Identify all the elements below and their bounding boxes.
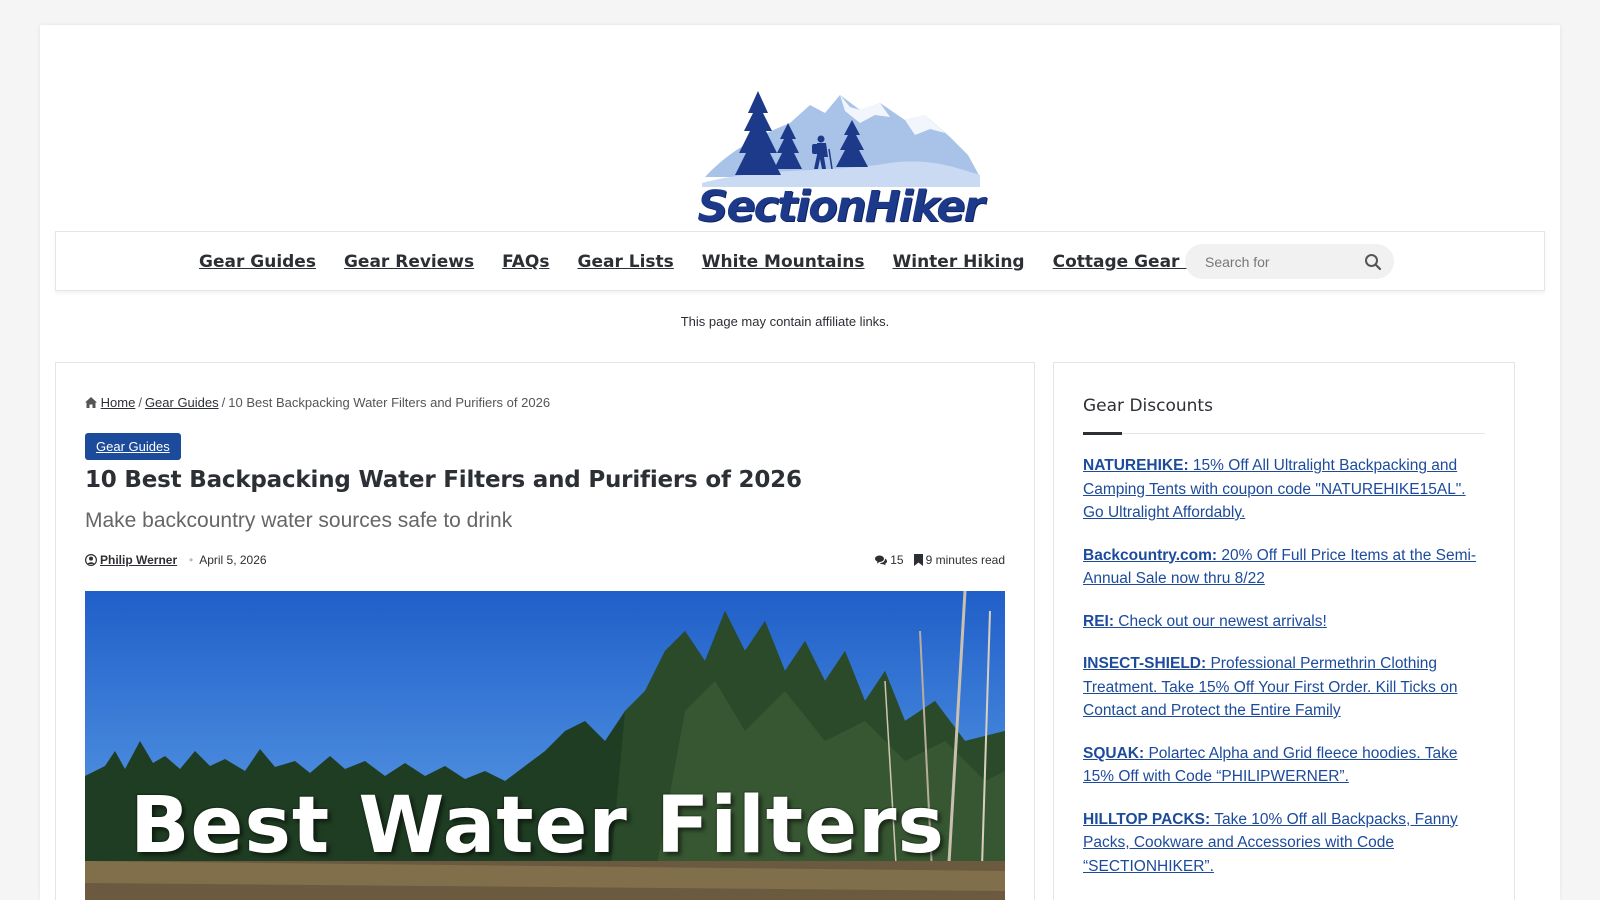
nav-item-gear-lists[interactable]: Gear Lists xyxy=(578,252,674,272)
discount-brand: HILLTOP PACKS: xyxy=(1083,810,1211,828)
breadcrumb-category-link[interactable]: Gear Guides xyxy=(145,395,219,410)
article-container: Home / Gear Guides/10 Best Backpacking Wat… xyxy=(55,362,1035,900)
featured-image[interactable]: Best Water Filters xyxy=(85,591,1005,900)
breadcrumb-separator: / xyxy=(221,395,226,410)
user-icon xyxy=(85,554,97,566)
post-date: • April 5, 2026 xyxy=(189,553,267,567)
breadcrumb-home-link[interactable]: Home xyxy=(101,395,136,410)
discount-text: Check out our newest arrivals! xyxy=(1114,612,1327,630)
breadcrumb-separator: / xyxy=(138,395,142,410)
search-input[interactable] xyxy=(1205,253,1355,270)
hero-overlay-text: Best Water Filters xyxy=(130,781,945,871)
discount-link-naturehike[interactable]: NATUREHIKE: 15% Off All Ultralight Backp… xyxy=(1083,454,1487,525)
post-stats: 15 9 minutes read xyxy=(875,553,1005,567)
page-wrapper: SectionHiker Gear Guides Gear Reviews FA… xyxy=(40,25,1560,900)
discount-brand: Backcountry.com: xyxy=(1083,546,1218,564)
discount-link-squak[interactable]: SQUAK: Polartec Alpha and Grid fleece ho… xyxy=(1083,742,1487,789)
post-date-text: April 5, 2026 xyxy=(199,553,267,567)
nav-item-faqs[interactable]: FAQs xyxy=(502,252,549,272)
widget-title: Gear Discounts xyxy=(1083,396,1213,416)
logo-wordmark: SectionHiker xyxy=(697,182,984,232)
discount-link-rei[interactable]: REI: Check out our newest arrivals! xyxy=(1083,610,1487,634)
nav-item-winter-hiking[interactable]: Winter Hiking xyxy=(893,252,1025,272)
category-badge[interactable]: Gear Guides xyxy=(85,433,181,460)
discount-link-hilltop-packs[interactable]: HILLTOP PACKS: Take 10% Off all Backpack… xyxy=(1083,808,1487,879)
widget-divider-accent xyxy=(1083,432,1122,435)
discount-brand: INSECT-SHIELD: xyxy=(1083,655,1207,672)
bookmark-icon xyxy=(913,554,923,566)
breadcrumb: Home / Gear Guides/10 Best Backpacking Wat… xyxy=(85,395,550,410)
discount-link-insect-shield[interactable]: INSECT-SHIELD: Professional Permethrin C… xyxy=(1083,652,1487,723)
post-meta: Philip Werner • April 5, 2026 15 9 minute… xyxy=(85,553,1005,569)
nav-item-gear-guides[interactable]: Gear Guides xyxy=(199,252,316,272)
discount-brand: SQUAK: xyxy=(1083,744,1145,762)
main-navigation: Gear Guides Gear Reviews FAQs Gear Lists… xyxy=(55,231,1545,291)
nav-menu: Gear Guides Gear Reviews FAQs Gear Lists… xyxy=(199,232,1303,292)
nav-item-gear-reviews[interactable]: Gear Reviews xyxy=(344,252,474,272)
post-author: Philip Werner xyxy=(85,553,177,567)
post-subtitle: Make backcountry water sources safe to d… xyxy=(85,509,513,532)
home-icon xyxy=(85,397,97,408)
comments-count-value: 15 xyxy=(890,553,904,567)
comments-count[interactable]: 15 xyxy=(875,553,904,567)
discount-brand: REI: xyxy=(1083,612,1114,630)
author-link[interactable]: Philip Werner xyxy=(100,553,177,567)
discount-link-backcountry[interactable]: Backcountry.com: 20% Off Full Price Item… xyxy=(1083,544,1487,591)
page-title: 10 Best Backpacking Water Filters and Pu… xyxy=(85,467,802,493)
discount-list: NATUREHIKE: 15% Off All Ultralight Backp… xyxy=(1083,454,1487,897)
date-dot-icon: • xyxy=(189,553,194,567)
search-box xyxy=(1185,244,1394,279)
breadcrumb-current: 10 Best Backpacking Water Filters and Pu… xyxy=(228,395,551,410)
discount-brand: NATUREHIKE: xyxy=(1083,457,1189,474)
read-time: 9 minutes read xyxy=(913,553,1005,567)
sidebar: Gear Discounts NATUREHIKE: 15% Off All U… xyxy=(1053,362,1515,900)
read-time-value: 9 minutes read xyxy=(925,553,1005,567)
site-logo[interactable]: SectionHiker xyxy=(690,65,990,232)
comments-icon xyxy=(875,555,888,565)
widget-divider xyxy=(1083,433,1485,434)
affiliate-notice: This page may contain affiliate links. xyxy=(680,314,890,329)
nav-item-white-mountains[interactable]: White Mountains xyxy=(702,252,865,272)
search-icon[interactable] xyxy=(1364,253,1382,271)
